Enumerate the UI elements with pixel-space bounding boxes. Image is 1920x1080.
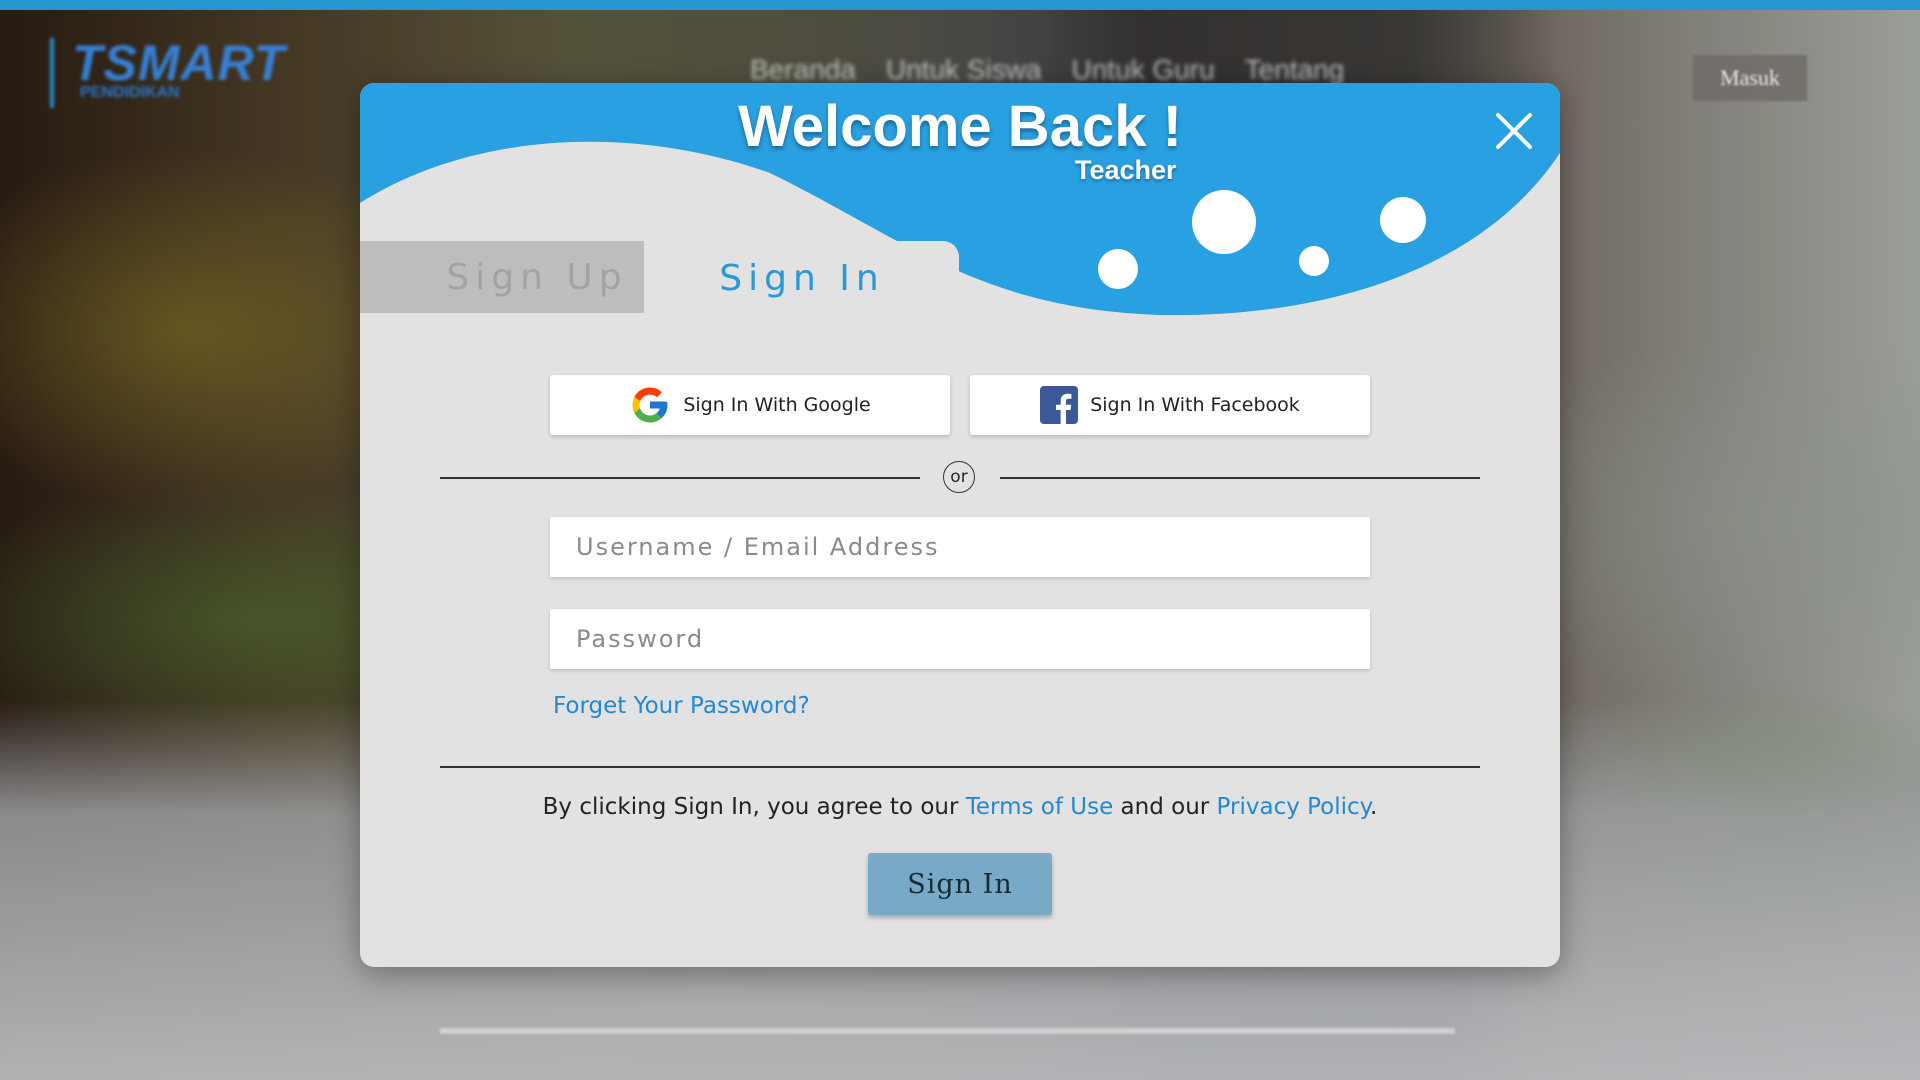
bottom-divider	[440, 766, 1480, 768]
username-email-input[interactable]	[550, 517, 1370, 577]
facebook-icon	[1040, 386, 1079, 424]
facebook-sign-in-button[interactable]: Sign In With Facebook	[970, 375, 1370, 435]
decor-bubble	[1380, 197, 1426, 243]
divider-right	[1000, 477, 1480, 479]
agreement-text: By clicking Sign In, you agree to our Te…	[360, 794, 1560, 820]
close-icon	[1496, 113, 1532, 149]
google-sign-in-button[interactable]: Sign In With Google	[550, 375, 950, 435]
agreement-suffix: .	[1370, 794, 1378, 820]
sign-in-submit-button[interactable]: Sign In	[868, 853, 1052, 915]
modal-subtitle: Teacher	[1075, 155, 1177, 185]
google-sign-in-label: Sign In With Google	[683, 394, 871, 416]
google-icon	[632, 387, 668, 423]
agreement-middle: and our	[1113, 794, 1217, 820]
decor-bubble	[1098, 249, 1138, 289]
tab-sign-up[interactable]: Sign Up	[360, 241, 644, 313]
agreement-prefix: By clicking Sign In, you agree to our	[542, 794, 966, 820]
terms-of-use-link[interactable]: Terms of Use	[966, 794, 1114, 820]
privacy-policy-link[interactable]: Privacy Policy	[1217, 794, 1370, 820]
divider-left	[440, 477, 920, 479]
modal-title: Welcome Back !	[738, 94, 1182, 159]
decor-bubble	[1192, 190, 1256, 254]
forgot-password-link[interactable]: Forget Your Password?	[553, 693, 810, 719]
password-input[interactable]	[550, 609, 1370, 669]
close-button[interactable]	[1488, 105, 1540, 157]
tab-sign-in[interactable]: Sign In	[645, 241, 959, 315]
sign-in-modal: Welcome Back ! Teacher Sign Up Sign In S…	[360, 83, 1560, 967]
decor-bubble	[1299, 246, 1329, 276]
or-divider: or	[943, 461, 975, 493]
facebook-sign-in-label: Sign In With Facebook	[1090, 394, 1300, 416]
